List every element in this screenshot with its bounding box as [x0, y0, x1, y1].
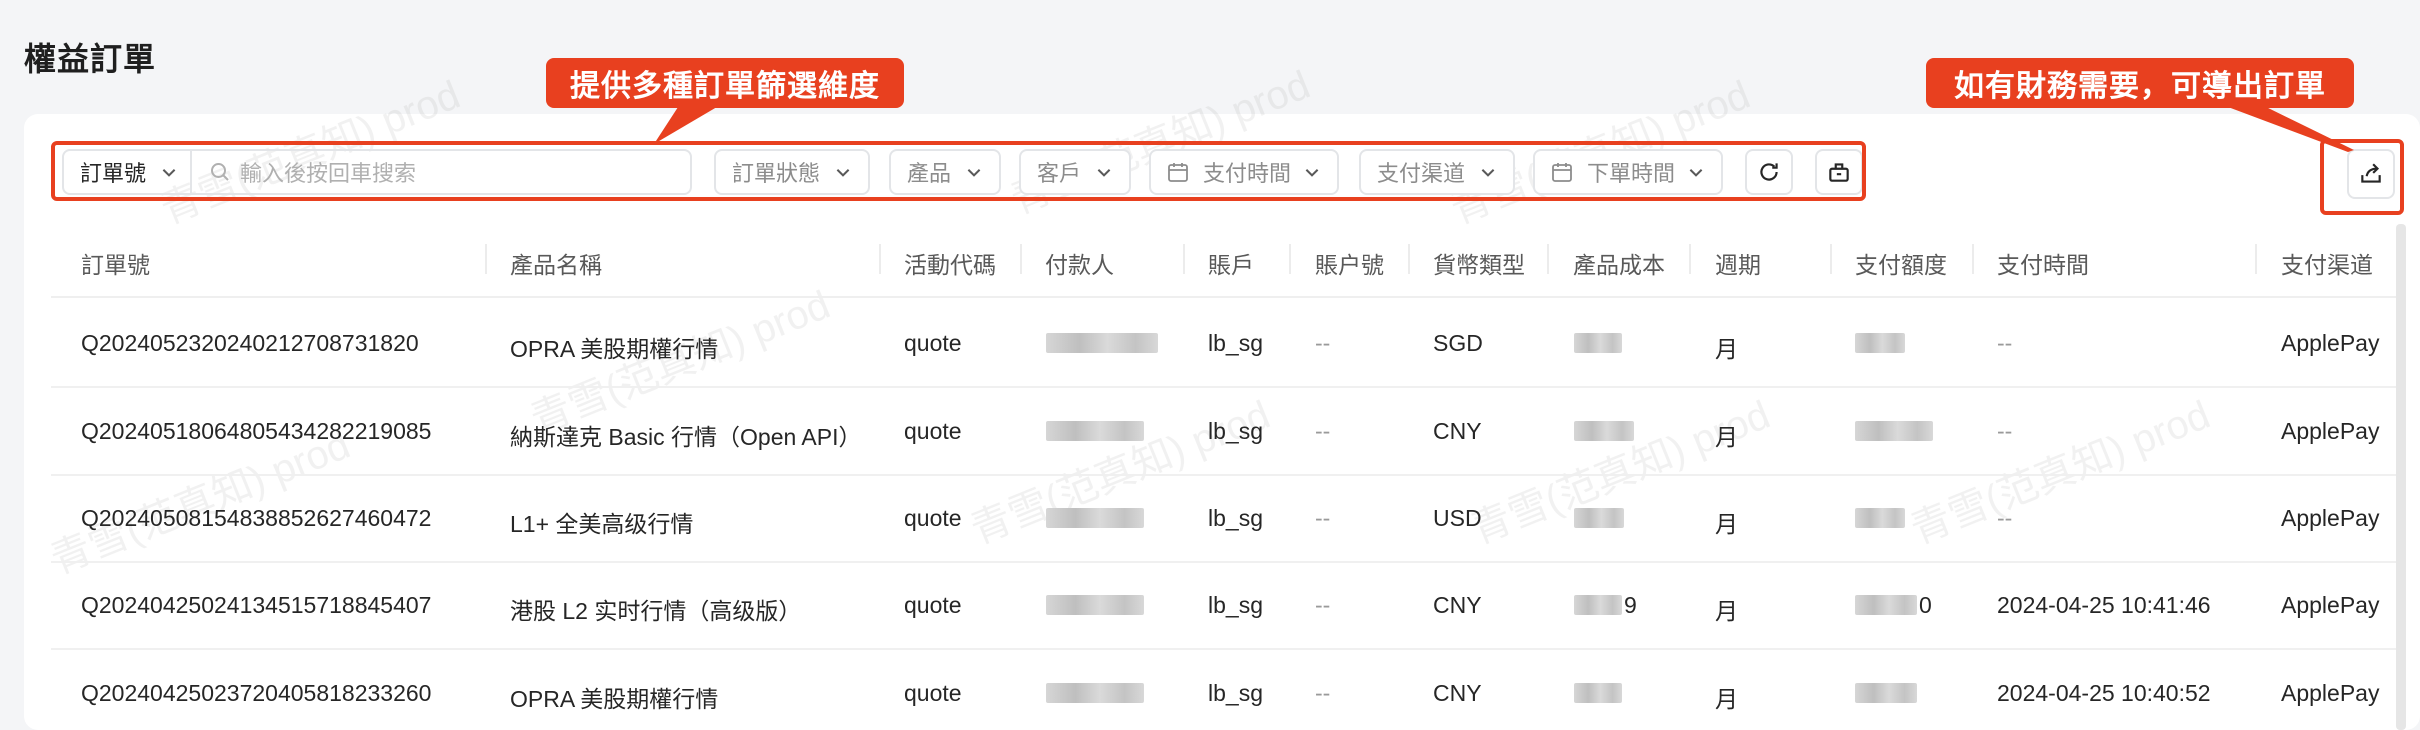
cell-account: lb_sg	[1208, 592, 1263, 618]
row-divider	[51, 561, 2396, 563]
cell-channel: ApplePay	[2281, 330, 2380, 356]
cell-product: OPRA 美股期權行情	[510, 686, 719, 712]
col-campaign: 活動代碼	[904, 252, 996, 278]
cell-channel: ApplePay	[2281, 680, 2380, 706]
cell-order-no[interactable]: Q20240518064805434282219085	[81, 418, 431, 445]
cell-campaign: quote	[904, 505, 962, 531]
cell-account: lb_sg	[1208, 330, 1263, 356]
col-pay-time: 支付時間	[1997, 252, 2089, 278]
cell-account-no: --	[1315, 418, 1331, 444]
header-divider	[51, 296, 2396, 298]
cell-cycle: 月	[1715, 424, 1738, 450]
cell-account: lb_sg	[1208, 505, 1263, 531]
cell-amount-suffix: 0	[1919, 592, 1932, 618]
cell-campaign: quote	[904, 592, 962, 618]
cell-amount-redacted	[1855, 595, 1917, 615]
cell-amount-redacted	[1855, 683, 1917, 703]
cell-pay-time: --	[1997, 418, 2013, 444]
col-currency: 貨幣類型	[1433, 252, 1525, 278]
cell-cost-suffix: 9	[1624, 592, 1637, 618]
column-divider	[1408, 244, 1410, 274]
cell-currency: CNY	[1433, 680, 1482, 706]
page-title: 權益訂單	[24, 41, 157, 77]
cell-campaign: quote	[904, 330, 962, 356]
row-divider	[51, 386, 2396, 388]
cell-payer-redacted	[1046, 508, 1144, 528]
cell-campaign: quote	[904, 680, 962, 706]
filters-callout: 提供多種訂單篩選維度	[546, 58, 904, 108]
col-cost: 產品成本	[1573, 252, 1665, 278]
col-cycle: 週期	[1715, 252, 1761, 278]
cell-channel: ApplePay	[2281, 505, 2380, 531]
column-divider	[485, 244, 487, 274]
cell-cost-redacted	[1574, 683, 1622, 703]
export-callout-pointer	[2220, 104, 2354, 152]
column-divider	[1020, 244, 1022, 274]
cell-order-no[interactable]: Q2024052320240212708731820	[81, 330, 419, 357]
cell-cost-redacted	[1574, 595, 1622, 615]
cell-cycle: 月	[1715, 598, 1738, 624]
cell-product: 納斯達克 Basic 行情（Open API）	[510, 424, 862, 450]
cell-currency: SGD	[1433, 330, 1483, 356]
cell-payer-redacted	[1046, 421, 1144, 441]
cell-account: lb_sg	[1208, 418, 1263, 444]
col-amount: 支付額度	[1855, 252, 1947, 278]
column-divider	[1972, 244, 1974, 274]
cell-payer-redacted	[1046, 595, 1144, 615]
vertical-scrollbar[interactable]	[2396, 224, 2406, 730]
cell-cycle: 月	[1715, 686, 1738, 712]
column-divider	[879, 244, 881, 274]
filters-highlight-frame	[51, 141, 1866, 201]
cell-cost-redacted	[1574, 333, 1622, 353]
cell-amount-redacted	[1855, 508, 1905, 528]
row-divider	[51, 648, 2396, 650]
cell-pay-time: --	[1997, 330, 2013, 356]
col-account-no: 賬户號	[1315, 252, 1384, 278]
col-product: 產品名稱	[510, 252, 602, 278]
col-account: 賬戶	[1208, 252, 1254, 278]
cell-account-no: --	[1315, 680, 1331, 706]
cell-account-no: --	[1315, 505, 1331, 531]
cell-product: L1+ 全美高级行情	[510, 511, 694, 537]
cell-account-no: --	[1315, 330, 1331, 356]
cell-pay-time: 2024-04-25 10:40:52	[1997, 680, 2211, 706]
col-order-no: 訂單號	[81, 252, 150, 278]
cell-amount-redacted	[1855, 333, 1905, 353]
column-divider	[1689, 244, 1691, 274]
column-divider	[1183, 244, 1185, 274]
cell-cost-redacted	[1574, 421, 1634, 441]
cell-order-no[interactable]: Q20240425024134515718845407	[81, 592, 431, 619]
cell-payer-redacted	[1046, 333, 1158, 353]
col-payer: 付款人	[1045, 252, 1114, 278]
cell-campaign: quote	[904, 418, 962, 444]
row-divider	[51, 474, 2396, 476]
cell-account-no: --	[1315, 592, 1331, 618]
cell-order-no[interactable]: Q20240425023720405818233260	[81, 680, 431, 707]
cell-amount-redacted	[1855, 421, 1933, 441]
cell-product: 港股 L2 实时行情（高级版）	[510, 598, 802, 624]
cell-cycle: 月	[1715, 336, 1738, 362]
cell-pay-time: 2024-04-25 10:41:46	[1997, 592, 2211, 618]
cell-currency: USD	[1433, 505, 1482, 531]
cell-channel: ApplePay	[2281, 418, 2380, 444]
export-callout: 如有財務需要，可導出訂單	[1926, 58, 2354, 108]
filters-callout-pointer	[654, 104, 722, 144]
column-divider	[1547, 244, 1549, 274]
cell-channel: ApplePay	[2281, 592, 2380, 618]
cell-order-no[interactable]: Q20240508154838852627460472	[81, 505, 431, 532]
column-divider	[1830, 244, 1832, 274]
cell-cycle: 月	[1715, 511, 1738, 537]
col-channel: 支付渠道	[2281, 252, 2373, 278]
cell-currency: CNY	[1433, 418, 1482, 444]
cell-account: lb_sg	[1208, 680, 1263, 706]
cell-currency: CNY	[1433, 592, 1482, 618]
cell-cost-redacted	[1574, 508, 1624, 528]
column-divider	[1289, 244, 1291, 274]
cell-payer-redacted	[1046, 683, 1144, 703]
cell-pay-time: --	[1997, 505, 2013, 531]
column-divider	[2255, 244, 2257, 274]
cell-product: OPRA 美股期權行情	[510, 336, 719, 362]
